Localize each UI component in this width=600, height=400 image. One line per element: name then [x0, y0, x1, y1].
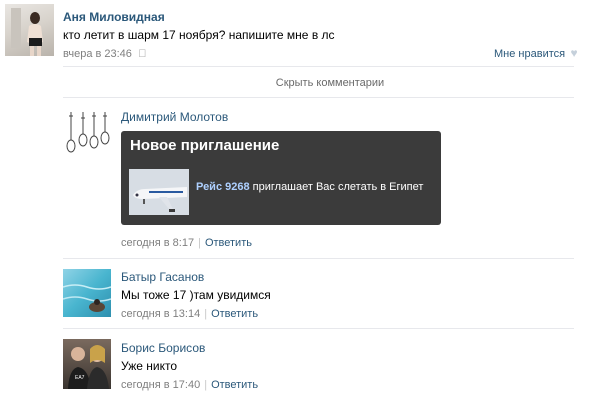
comment-author-0[interactable]: Димитрий Молотов — [121, 110, 228, 124]
airplane-icon — [129, 169, 189, 215]
reply-button-0[interactable]: Ответить — [205, 237, 252, 249]
flight-link[interactable]: Рейс 9268 — [196, 181, 250, 193]
comment-author-2[interactable]: Борис Борисов — [121, 341, 205, 355]
people-photo-icon: EA7 — [68, 345, 109, 389]
comment-avatar-0[interactable] — [63, 110, 111, 158]
comment-meta-1: сегодня в 13:14 | Ответить — [121, 308, 259, 320]
comment-avatar-1[interactable] — [63, 269, 111, 317]
post-text: кто летит в шарм 17 ноября? напишите мне… — [63, 28, 335, 42]
comment-time-0[interactable]: сегодня в 8:17 — [121, 237, 194, 249]
comment-text-2: Уже никто — [121, 359, 178, 373]
invitation-text: Рейс 9268 приглашает Вас слетать в Египе… — [196, 181, 423, 193]
comment-time-1[interactable]: сегодня в 13:14 — [121, 308, 200, 320]
shirt-logo: EA7 — [75, 375, 85, 381]
reply-button-2[interactable]: Ответить — [211, 379, 258, 391]
comment-meta-0: сегодня в 8:17 | Ответить — [121, 237, 252, 249]
like-button[interactable]: Мне нравится ♥ — [494, 46, 578, 60]
swimmer-photo-icon — [63, 284, 111, 312]
invitation-message: приглашает Вас слетать в Египет — [252, 181, 424, 193]
apple-icon:  — [138, 48, 146, 60]
invitation-card[interactable]: Новое приглашение Рейс 9268 приглашает В… — [121, 131, 441, 225]
like-label: Мне нравится — [494, 48, 566, 60]
comment-author-1[interactable]: Батыр Гасанов — [121, 270, 204, 284]
photo-figure-icon — [11, 8, 43, 56]
comments-divider-0 — [63, 97, 574, 98]
post-meta: вчера в 23:46  — [63, 46, 147, 60]
post-time[interactable]: вчера в 23:46 — [63, 48, 132, 60]
comments-divider-2 — [63, 328, 574, 329]
comment-avatar-2[interactable]: EA7 — [63, 339, 111, 389]
comments-divider-1 — [63, 258, 574, 259]
invitation-title: Новое приглашение — [130, 137, 280, 154]
hide-comments-link[interactable]: Скрыть комментарии — [0, 77, 600, 89]
comments-top-divider — [63, 66, 574, 67]
airplane-image — [129, 169, 189, 215]
comment-text-1: Мы тоже 17 )там увидимся — [121, 288, 271, 302]
comment-meta-2: сегодня в 17:40 | Ответить — [121, 379, 259, 391]
comment-time-2[interactable]: сегодня в 17:40 — [121, 379, 200, 391]
hanging-rope-icon — [66, 112, 110, 153]
post-author-avatar[interactable] — [5, 4, 54, 56]
post-author-name[interactable]: Аня Миловидная — [63, 10, 165, 24]
heart-icon: ♥ — [570, 46, 578, 60]
reply-button-1[interactable]: Ответить — [211, 308, 258, 320]
